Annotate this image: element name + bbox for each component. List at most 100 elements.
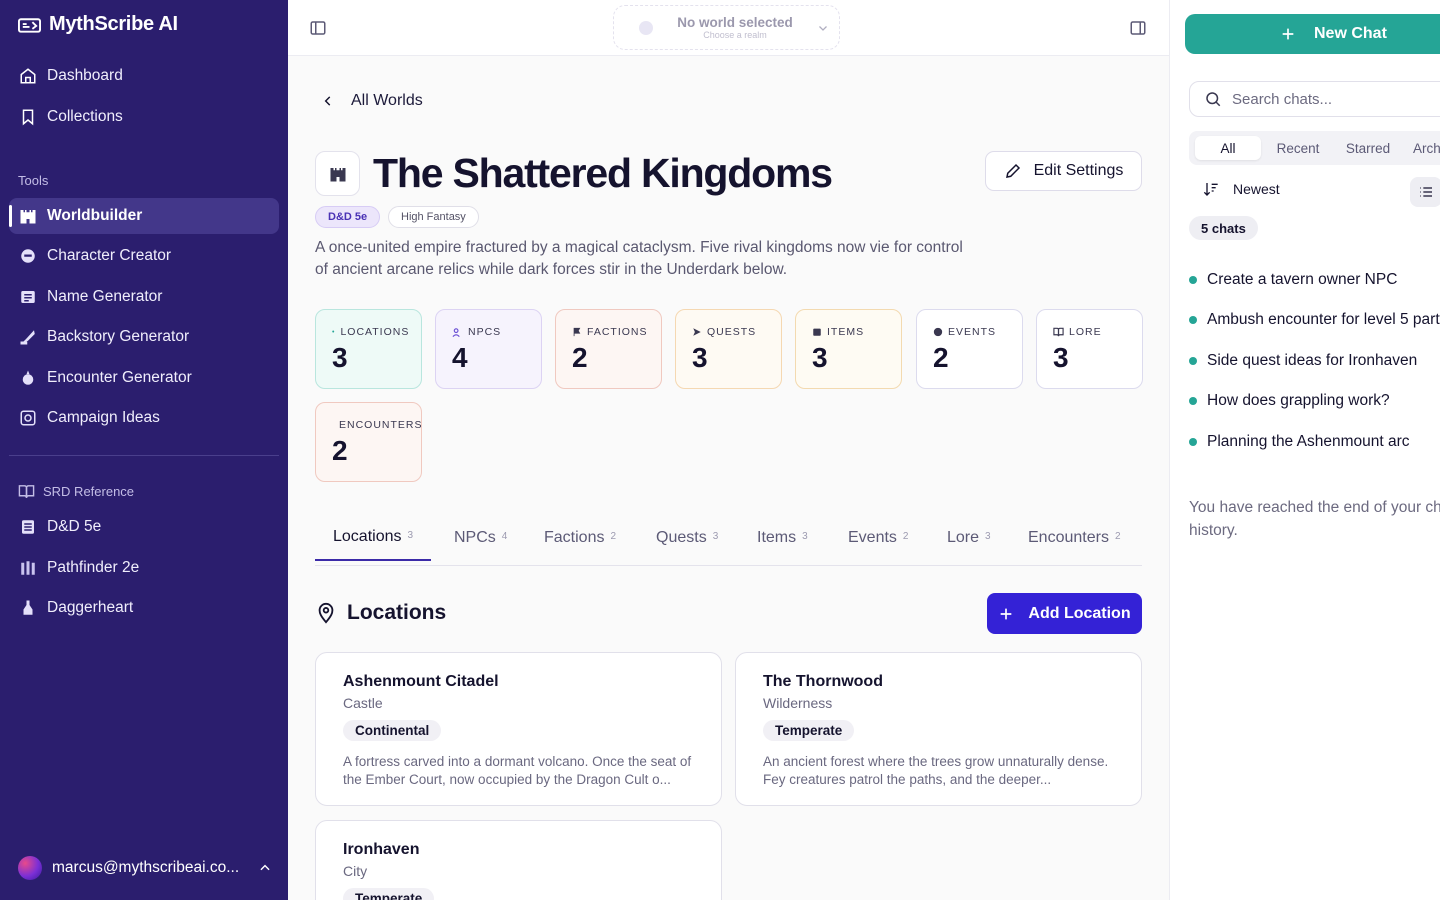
nav-pathfinder2e[interactable]: Pathfinder 2e [9,550,279,586]
sort-dropdown[interactable]: Newest [1203,181,1280,197]
chat-title: Ambush encounter for level 5 party [1207,311,1440,328]
tab-label: NPCs [454,528,496,546]
chat-status-dot [1189,357,1197,365]
location-card[interactable]: The Thornwood Wilderness Temperate An an… [735,652,1142,806]
tab-lore[interactable]: Lore 3 [947,514,991,561]
nav-collections[interactable]: Collections [9,99,279,135]
add-location-button[interactable]: Add Location [987,593,1142,634]
stat-label-text: LORE [1069,326,1102,338]
chat-search [1189,81,1440,117]
filter-recent[interactable]: Recent [1265,136,1331,160]
nav-backstory-generator[interactable]: Backstory Generator [9,319,279,355]
stat-factions[interactable]: FACTIONS 2 [555,309,662,389]
stat-events[interactable]: EVENTS 2 [916,309,1023,389]
tab-events[interactable]: Events 2 [848,514,908,561]
chat-panel: New Chat All Recent Starred Archived New… [1169,0,1440,900]
new-chat-button[interactable]: New Chat [1185,14,1440,54]
stat-quests[interactable]: QUESTS 3 [675,309,782,389]
nav-label: Campaign Ideas [47,409,160,426]
stat-label-text: NPCS [468,326,502,338]
stat-lore[interactable]: LORE 3 [1036,309,1143,389]
user-menu[interactable]: marcus@mythscribeai.co... [18,856,272,880]
sort-icon [1203,183,1218,196]
nav-character-creator[interactable]: Character Creator [9,238,279,274]
tab-npcs[interactable]: NPCs 4 [454,514,507,561]
castle-icon [330,167,345,181]
helmet-icon [19,247,37,265]
stat-label: EVENTS [933,326,1022,338]
brand[interactable]: MythScribe AI [18,13,178,36]
location-card[interactable]: Ashenmount Citadel Castle Continental A … [315,652,722,806]
stat-label-text: QUESTS [707,326,757,338]
chat-title: Planning the Ashenmount arc [1207,433,1410,450]
filter-all[interactable]: All [1195,136,1261,160]
srd-section-label: SRD Reference [18,484,134,499]
chat-list-item[interactable]: Side quest ideas for Ironhaven [1189,349,1417,373]
brand-name: MythScribe AI [49,13,178,35]
stat-npcs[interactable]: NPCS 4 [435,309,542,389]
filter-archived[interactable]: Archived [1405,136,1440,160]
stat-value: 4 [452,342,468,373]
tab-factions[interactable]: Factions 2 [544,514,616,561]
nav-label: Daggerheart [47,599,134,616]
chat-list-item[interactable]: Ambush encounter for level 5 party [1189,308,1440,332]
location-type: Wilderness [763,695,833,711]
world-selector-subtitle: Choose a realm [703,30,767,40]
nav-dnd5e[interactable]: D&D 5e [9,509,279,545]
stat-value: 2 [572,342,588,373]
filter-starred[interactable]: Starred [1335,136,1401,160]
chat-list-item[interactable]: Create a tavern owner NPC [1189,268,1397,292]
srd-label-text: SRD Reference [43,484,135,499]
stat-locations[interactable]: • LOCATIONS 3 [315,309,422,389]
tab-locations[interactable]: Locations 3 [315,514,432,561]
nav-dashboard[interactable]: Dashboard [9,58,279,94]
world-selector[interactable]: No world selected Choose a realm [613,5,840,50]
stat-encounters[interactable]: ENCOUNTERS 2 [315,402,422,482]
main-content: No world selected Choose a realm All Wor… [288,0,1169,900]
tab-label: Quests [656,528,707,546]
chat-title: Side quest ideas for Ironhaven [1207,352,1418,369]
chat-title: How does grappling work? [1207,392,1390,409]
stat-value: 3 [692,342,708,373]
map-pin-icon [318,602,334,624]
chat-status-dot [1189,276,1197,284]
location-description: A fortress carved into a dormant volcano… [343,754,692,787]
dagger-icon [19,599,37,617]
tab-items[interactable]: Items 3 [757,514,808,561]
nav-daggerheart[interactable]: Daggerheart [9,590,279,626]
tab-encounters[interactable]: Encounters 2 [1028,514,1121,561]
stat-label-text: ENCOUNTERS [339,419,423,431]
stat-items[interactable]: ITEMS 3 [795,309,902,389]
sword-icon [19,559,37,577]
world-icon [315,151,360,196]
sidebar-toggle-icon[interactable] [309,19,327,37]
book-icon [18,485,35,498]
add-location-label: Add Location [1028,604,1131,622]
nav-encounter-generator[interactable]: Encounter Generator [9,360,279,396]
tab-count: 3 [712,531,719,542]
chevron-left-icon [324,96,331,106]
chat-list-item[interactable]: Planning the Ashenmount arc [1189,430,1410,454]
nav-label: D&D 5e [47,518,102,535]
search-input[interactable] [1232,90,1432,108]
section-tabs: Locations 3 NPCs 4 Factions 2 Quests 3 Items… [315,514,1142,566]
nav-campaign-ideas[interactable]: Campaign Ideas [9,400,279,436]
nav-worldbuilder[interactable]: Worldbuilder [9,198,279,234]
back-link[interactable]: All Worlds [321,92,423,110]
location-card[interactable]: Ironhaven City Temperate [315,820,722,900]
stat-label: ENCOUNTERS [332,419,423,431]
panel-toggle-icon[interactable] [1129,19,1147,37]
nav-name-generator[interactable]: Name Generator [9,279,279,315]
stat-label: NPCS [452,326,541,338]
tab-label: Items [757,528,797,546]
edit-settings-button[interactable]: Edit Settings [985,151,1142,191]
list-view-button[interactable] [1410,177,1440,207]
tab-label: Factions [544,528,605,546]
tab-label: Events [848,528,897,546]
location-type: City [343,863,368,879]
tab-quests[interactable]: Quests 3 [656,514,718,561]
sort-label: Newest [1233,181,1280,197]
stat-value: 3 [812,342,828,373]
chat-list-item[interactable]: How does grappling work? [1189,389,1390,413]
quill-icon [19,328,37,346]
